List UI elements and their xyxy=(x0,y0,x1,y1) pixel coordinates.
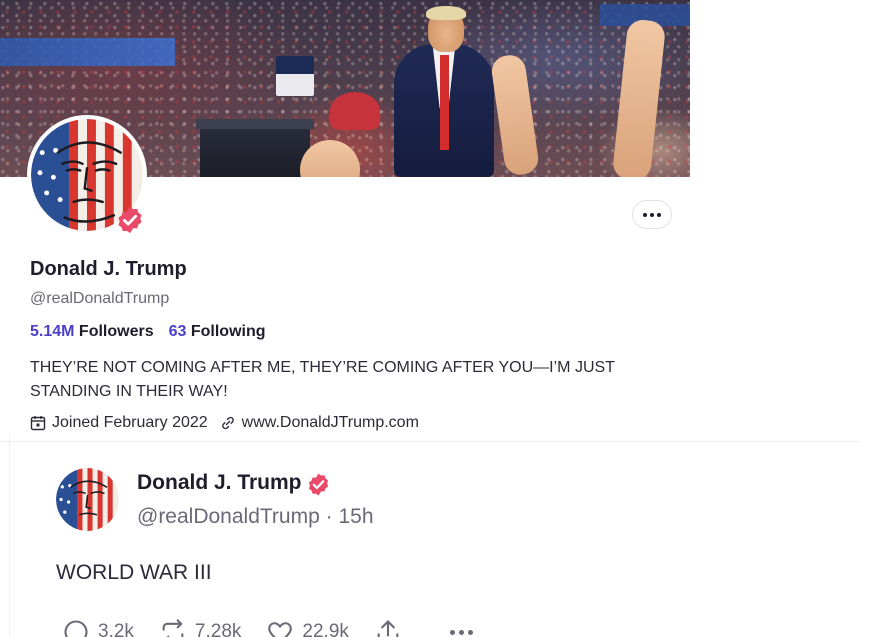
more-options-icon xyxy=(643,212,647,217)
following-label: Following xyxy=(190,323,266,340)
post-author-avatar[interactable] xyxy=(56,468,119,531)
divider xyxy=(0,441,860,442)
profile-meta: Joined February 2022 www.DonaldJTrump.co… xyxy=(30,414,419,432)
profile-page: Donald J. Trump @realDonaldTrump 5.14M F… xyxy=(0,0,885,637)
post-author-handle[interactable]: @realDonaldTrump xyxy=(137,505,320,528)
post-actions: 3.2k 7.28k 22.9k xyxy=(62,618,498,637)
profile-handle: @realDonaldTrump xyxy=(30,290,170,307)
followers-link[interactable]: 5.14M Followers xyxy=(30,323,154,341)
followers-count: 5.14M xyxy=(30,323,75,340)
post-meta: @realDonaldTrump · 15h xyxy=(137,505,374,529)
repost-button[interactable]: 7.28k xyxy=(159,618,241,637)
following-count: 63 xyxy=(168,323,187,340)
repost-count: 7.28k xyxy=(194,621,242,637)
post-more-options-button[interactable] xyxy=(449,629,473,635)
repost-icon xyxy=(159,618,187,637)
like-button[interactable]: 22.9k xyxy=(266,618,349,637)
share-button[interactable] xyxy=(374,618,410,637)
profile-more-options-button[interactable] xyxy=(632,200,672,229)
calendar-icon xyxy=(30,415,46,431)
profile-display-name: Donald J. Trump xyxy=(30,258,187,280)
profile-bio: THEY’RE NOT COMING AFTER ME, THEY’RE COM… xyxy=(30,359,615,400)
post-text: WORLD WAR III xyxy=(56,561,212,584)
meta-separator: · xyxy=(325,505,333,528)
like-count: 22.9k xyxy=(302,621,349,637)
verified-badge-icon xyxy=(306,472,331,497)
following-link[interactable]: 63 Following xyxy=(169,323,266,341)
post-timestamp[interactable]: 15h xyxy=(338,505,373,528)
reply-count: 3.2k xyxy=(98,621,134,637)
joined-date: Joined February 2022 xyxy=(52,414,208,431)
website-link[interactable]: www.DonaldJTrump.com xyxy=(242,414,419,432)
verified-badge-icon xyxy=(115,205,145,235)
link-icon xyxy=(220,415,236,431)
more-options-icon xyxy=(449,629,455,635)
post-author-name[interactable]: Donald J. Trump xyxy=(137,471,302,495)
followers-label: Followers xyxy=(78,323,154,340)
post-card[interactable] xyxy=(9,434,885,637)
reply-icon xyxy=(62,618,90,637)
heart-icon xyxy=(266,618,294,637)
avatar-portrait-image xyxy=(56,468,119,531)
profile-stats: 5.14M Followers 63 Following xyxy=(30,323,266,341)
reply-button[interactable]: 3.2k xyxy=(62,618,134,637)
share-icon xyxy=(374,618,402,637)
